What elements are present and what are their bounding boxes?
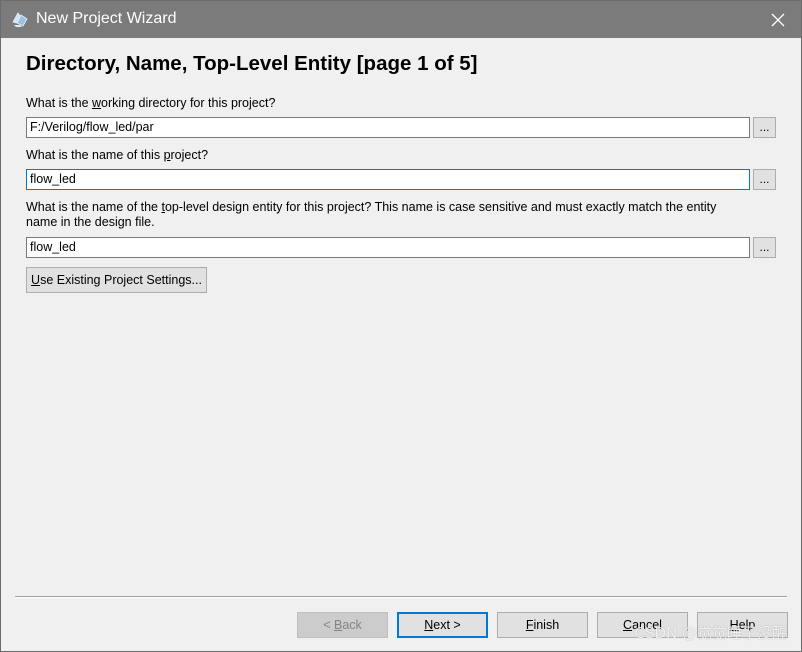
project-name-input[interactable]: flow_led <box>26 169 750 190</box>
new-project-wizard-window: New Project Wizard Directory, Name, Top-… <box>0 0 802 652</box>
wizard-app-icon <box>11 10 29 28</box>
project-name-label: What is the name of this project? <box>26 148 209 162</box>
next-button[interactable]: Next > <box>397 612 488 638</box>
close-button[interactable] <box>755 1 801 38</box>
working-directory-input[interactable]: F:/Verilog/flow_led/par <box>26 117 750 138</box>
working-directory-label: What is the working directory for this p… <box>26 96 276 110</box>
top-level-entity-browse-button[interactable]: ... <box>753 237 776 258</box>
footer-separator <box>15 596 787 598</box>
top-level-entity-label: What is the name of the top-level design… <box>26 200 717 229</box>
back-button[interactable]: < Back <box>297 612 388 638</box>
use-existing-project-settings-button[interactable]: Use Existing Project Settings... <box>26 267 207 293</box>
page-heading: Directory, Name, Top-Level Entity [page … <box>26 52 478 75</box>
project-name-browse-button[interactable]: ... <box>753 169 776 190</box>
close-icon <box>771 13 785 26</box>
title-bar[interactable]: New Project Wizard <box>1 1 801 38</box>
working-directory-browse-button[interactable]: ... <box>753 117 776 138</box>
finish-button[interactable]: Finish <box>497 612 588 638</box>
csdn-watermark: CSDN @觉觉睡了没醒 <box>634 624 787 642</box>
top-level-entity-input[interactable]: flow_led <box>26 237 750 258</box>
window-title: New Project Wizard <box>36 10 177 27</box>
